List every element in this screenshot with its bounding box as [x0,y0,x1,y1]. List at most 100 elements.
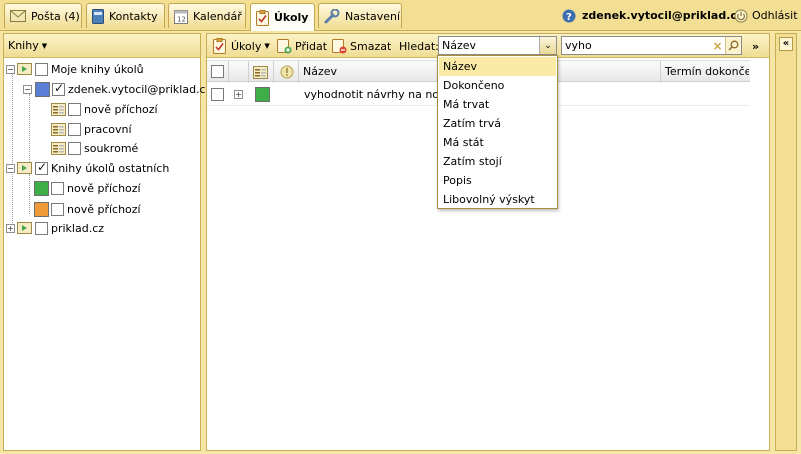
tree-item-checkbox[interactable] [35,160,48,175]
tasks-clipboard-icon [213,38,226,54]
search-icon[interactable] [725,37,741,54]
contacts-book-icon [92,8,104,24]
tree-item-label: nově příchozí [67,202,141,216]
dropdown-option[interactable]: Popis [439,171,556,190]
tree-item-checkbox[interactable] [35,221,48,235]
tree-item-label: nově příchozí [67,181,141,195]
power-icon [734,9,748,22]
tree-item-domain[interactable]: + priklad.cz [6,218,104,238]
search-label: Hledat: [399,39,439,53]
dropdown-option[interactable]: Název [439,57,556,76]
column-separator [660,61,661,83]
book-color-swatch [34,180,49,196]
tree-item-checkbox[interactable] [51,181,64,195]
tab-kontakty[interactable]: Kontakty [86,3,165,28]
collapse-icon[interactable]: − [23,84,32,94]
dropdown-option[interactable]: Zatím stojí [439,152,556,171]
search-field-dropdown: Název Dokončeno Má trvat Zatím trvá Má s… [437,55,558,209]
task-name: vyhodnotit návrhy na nový l [304,88,459,101]
book-color-swatch [35,81,50,97]
tree-item-label: Knihy úkolů ostatních [51,161,170,175]
search-input[interactable]: vyho [562,39,710,52]
dropdown-option[interactable]: Zatím trvá [439,114,556,133]
column-header-name[interactable]: Název [303,65,337,78]
tree-item-checkbox[interactable] [68,102,81,116]
tab-posta[interactable]: Pošta (4) [4,3,82,28]
dropdown-option[interactable]: Libovolný výskyt [439,190,556,209]
delete-task-button[interactable]: Smazat [332,37,391,55]
delete-task-icon [332,39,347,54]
tab-nastaveni-label: Nastavení [345,9,401,23]
column-header-due[interactable]: Termín dokončen [665,65,749,78]
right-collapsed-panel: « [775,33,797,451]
search-input-box[interactable]: vyho × [561,36,742,55]
logout-button[interactable]: Odhlásit [734,0,798,31]
svg-text:12: 12 [177,15,186,23]
tree-item-own-book[interactable]: − zdenek.vytocil@priklad.cz [23,79,211,99]
tree-item-category-work[interactable]: pracovní [51,119,132,139]
task-books-panel: Knihy ▼ − Moje knihy úkolů − zdenek.vyto… [3,33,211,451]
column-separator [228,61,229,83]
expand-panel-button[interactable]: « [779,37,793,51]
tab-ukoly[interactable]: Úkoly [250,3,315,31]
task-book-group-icon [17,63,32,75]
tasks-clipboard-icon [256,9,269,26]
task-color-swatch [255,87,270,102]
books-menu-button[interactable]: Knihy ▼ [4,34,200,58]
tasks-menu-label: Úkoly [231,39,262,53]
tree-item-label: Moje knihy úkolů [51,62,144,76]
tasks-menu-button[interactable]: Úkoly ▼ [213,37,270,55]
category-column-icon [253,66,268,79]
tree-item-label: priklad.cz [51,221,105,235]
dropdown-option[interactable]: Má stát [439,133,556,152]
tab-posta-label: Pošta (4) [31,9,80,23]
tree-item-checkbox[interactable] [51,202,64,216]
collapse-icon[interactable]: − [6,64,15,74]
tree-item-shared-book-green[interactable]: nově příchozí [34,178,141,198]
tab-kontakty-label: Kontakty [109,9,158,23]
add-task-button[interactable]: Přidat [277,37,327,55]
task-book-group-icon [17,222,32,234]
toolbar-more-button[interactable]: » [752,37,759,55]
tree-item-checkbox[interactable] [52,81,65,96]
tab-kalendar[interactable]: 12 Kalendář [168,3,246,28]
collapse-icon[interactable]: − [6,163,15,173]
tree-connector-line [12,74,13,229]
row-checkbox[interactable] [211,88,224,101]
task-book-group-icon [17,162,32,174]
tree-item-label: pracovní [84,122,132,136]
dropdown-option[interactable]: Dokončeno [439,76,556,95]
column-separator [248,61,249,83]
search-field-value: Název [442,39,477,52]
help-icon[interactable]: ? [562,9,576,23]
tree-item-checkbox[interactable] [68,122,81,136]
tree-item-shared-book-orange[interactable]: nově příchozí [34,199,141,219]
tree-item-checkbox[interactable] [35,62,48,76]
search-field-select[interactable]: Název ⌄ [438,36,557,55]
chevron-down-icon: ▼ [41,41,48,50]
add-task-icon [277,39,292,54]
select-all-checkbox[interactable] [211,65,224,78]
book-color-swatch [34,201,49,217]
tree-item-others-task-books[interactable]: − Knihy úkolů ostatních [6,158,169,178]
calendar-icon: 12 [174,9,188,24]
dropdown-option[interactable]: Má trvat [439,95,556,114]
tree-connector-line [29,174,30,214]
books-menu-label: Knihy [8,39,39,52]
user-email: zdenek.vytocil@priklad.cz [582,9,744,22]
clear-search-icon[interactable]: × [710,39,725,53]
priority-icon [280,65,294,79]
column-separator [298,61,299,83]
tree-item-my-task-books[interactable]: − Moje knihy úkolů [6,59,144,79]
expand-icon[interactable]: + [6,223,15,233]
tab-nastaveni[interactable]: Nastavení [318,3,402,28]
column-separator [273,61,274,83]
user-info: ? zdenek.vytocil@priklad.cz [562,0,743,31]
delete-task-label: Smazat [350,39,392,53]
mail-icon [10,10,26,22]
chevron-down-icon[interactable]: ⌄ [539,37,556,54]
tree-item-checkbox[interactable] [68,141,81,155]
tree-item-category-private[interactable]: soukromé [51,138,138,158]
expand-icon[interactable]: + [234,90,243,99]
tree-item-category-new[interactable]: nově příchozí [51,99,158,119]
